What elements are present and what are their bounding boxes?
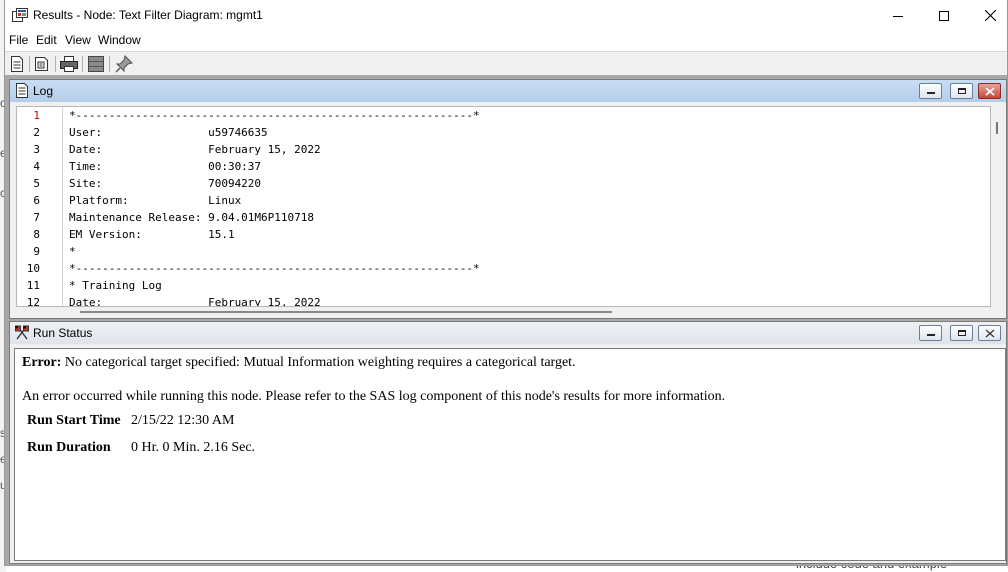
minimize-button[interactable]	[875, 0, 921, 31]
line-number: 3	[33, 143, 40, 156]
log-vertical-scrollbar[interactable]	[993, 106, 1003, 307]
error-message: No categorical target specified: Mutual …	[64, 355, 576, 370]
run-start-time-value: 2/15/22 12:30 AM	[131, 413, 235, 428]
close-button[interactable]	[967, 0, 1008, 31]
vertical-scroll-thumb[interactable]	[996, 122, 998, 134]
toolbar-separator	[29, 56, 30, 72]
line-number-gutter: 1 2 3 4 5 6 7 8 9 10 11 12	[17, 107, 63, 306]
minimize-icon	[893, 15, 903, 17]
run-status-minimize-button[interactable]	[919, 325, 942, 341]
properties-icon	[35, 57, 48, 71]
close-icon	[985, 329, 994, 337]
close-icon	[984, 10, 996, 21]
toolbar-document-button[interactable]	[8, 55, 26, 73]
toolbar-grid-button[interactable]	[87, 55, 105, 73]
restore-icon	[957, 330, 966, 336]
document-icon	[11, 56, 23, 72]
close-icon	[984, 86, 995, 96]
line-number: 10	[26, 262, 40, 275]
menu-view[interactable]: View	[65, 33, 91, 47]
log-minimize-button[interactable]	[919, 83, 942, 99]
menu-file[interactable]: File	[9, 33, 28, 47]
results-app-icon	[12, 8, 28, 22]
log-line: Time: 00:30:37	[69, 160, 262, 173]
log-horizontal-scrollbar[interactable]	[16, 307, 991, 317]
run-status-restore-button[interactable]	[950, 325, 973, 341]
line-number: 7	[33, 211, 40, 224]
toolbar-properties-button[interactable]	[33, 55, 51, 73]
line-number: 11	[26, 279, 40, 292]
horizontal-scroll-thumb[interactable]	[80, 311, 612, 313]
line-number: 1	[33, 109, 40, 122]
line-number: 12	[26, 296, 40, 307]
error-line: Error: No categorical target specified: …	[22, 355, 576, 371]
line-number: 2	[33, 126, 40, 139]
log-line: *---------------------------------------…	[69, 109, 480, 122]
info-message: An error occurred while running this nod…	[22, 389, 726, 404]
log-document-icon	[16, 83, 28, 98]
toolbar-pin-button[interactable]	[115, 55, 133, 73]
log-restore-button[interactable]	[950, 83, 973, 99]
minimize-icon	[926, 92, 935, 94]
run-start-time-label: Run Start Time	[27, 413, 121, 428]
line-number: 8	[33, 228, 40, 241]
log-line: EM Version: 15.1	[69, 228, 235, 241]
title-bar[interactable]: Results - Node: Text Filter Diagram: mgm…	[5, 0, 1007, 31]
line-number: 4	[33, 160, 40, 173]
log-text-area[interactable]: 1 2 3 4 5 6 7 8 9 10 11 12 *------------…	[16, 106, 991, 307]
toolbar-separator	[109, 56, 110, 72]
toolbar	[5, 51, 1007, 75]
run-duration-value: 0 Hr. 0 Min. 2.16 Sec.	[131, 440, 256, 455]
log-line: *---------------------------------------…	[69, 262, 480, 275]
maximize-icon	[939, 10, 949, 21]
restore-icon	[957, 88, 966, 94]
checkered-flags-icon	[15, 325, 29, 340]
log-line: * Training Log	[69, 279, 162, 292]
grid-icon	[88, 56, 104, 72]
log-line: User: u59746635	[69, 126, 268, 139]
log-close-button[interactable]	[978, 83, 1001, 99]
maximize-button[interactable]	[921, 0, 967, 31]
run-status-close-button[interactable]	[978, 325, 1001, 341]
line-number: 6	[33, 194, 40, 207]
run-status-title: Run Status	[33, 326, 93, 340]
log-panel-title-bar[interactable]: Log	[10, 80, 1006, 102]
log-line: Maintenance Release: 9.04.01M6P110718	[69, 211, 315, 224]
log-line: *	[69, 245, 76, 258]
run-status-panel: Run Status Error: No categorical target …	[9, 321, 1007, 564]
results-window: Results - Node: Text Filter Diagram: mgm…	[4, 0, 1008, 566]
run-status-title-bar[interactable]: Run Status	[10, 322, 1006, 344]
print-icon	[60, 56, 78, 72]
log-panel-title: Log	[33, 84, 54, 98]
minimize-icon	[926, 334, 935, 336]
log-panel: Log 1 2 3 4 5 6 7 8 9 10 11 12 *--------…	[9, 79, 1007, 319]
run-duration-label: Run Duration	[27, 440, 111, 455]
toolbar-print-button[interactable]	[60, 55, 78, 73]
toolbar-separator	[82, 56, 83, 72]
log-line: Date: February 15, 2022	[69, 143, 321, 156]
menu-window[interactable]: Window	[98, 33, 141, 47]
log-line: Platform: Linux	[69, 194, 242, 207]
toolbar-separator	[55, 56, 56, 72]
error-label: Error:	[22, 355, 62, 370]
window-title: Results - Node: Text Filter Diagram: mgm…	[33, 8, 263, 22]
run-status-content: Error: No categorical target specified: …	[14, 348, 1006, 561]
log-line: Site: 70094220	[69, 177, 262, 190]
log-line: Date: February 15, 2022	[69, 296, 321, 307]
line-number: 5	[33, 177, 40, 190]
menu-edit[interactable]: Edit	[36, 33, 57, 47]
line-number: 9	[33, 245, 40, 258]
menu-bar: File Edit View Window	[5, 31, 1007, 51]
mdi-workspace: Log 1 2 3 4 5 6 7 8 9 10 11 12 *--------…	[5, 75, 1007, 565]
pin-icon	[115, 55, 133, 73]
